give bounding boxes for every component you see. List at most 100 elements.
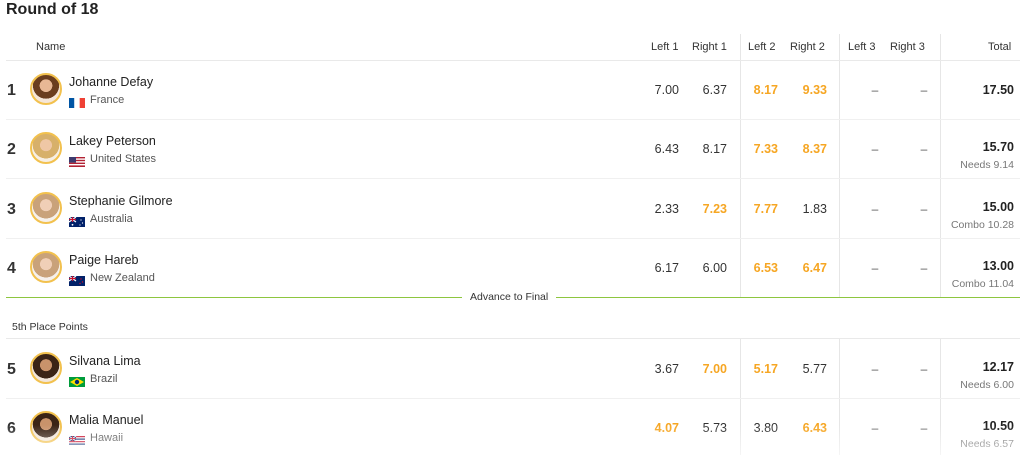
wave-score[interactable]: 6.00 <box>687 261 727 275</box>
row-divider <box>6 238 1020 239</box>
wave-score[interactable]: 6.43 <box>787 421 827 435</box>
score-requirement: Needs 6.57 <box>960 438 1014 450</box>
flag-hawaii-icon <box>68 433 85 446</box>
column-divider <box>940 34 941 298</box>
surfer-country: Brazil <box>90 373 118 385</box>
surfer-country: France <box>90 94 125 106</box>
wave-score-empty: – <box>920 362 928 376</box>
wave-score-empty: – <box>871 83 879 97</box>
wave-score[interactable]: 6.43 <box>639 142 679 156</box>
header-divider <box>6 60 1020 61</box>
rank: 5 <box>7 361 16 378</box>
wave-score-empty: – <box>920 83 928 97</box>
score-requirement: Needs 9.14 <box>960 159 1014 171</box>
heat-total: 15.70 <box>982 140 1014 154</box>
surfer-name[interactable]: Malia Manuel <box>69 413 143 427</box>
flag-usa-icon <box>69 154 85 167</box>
score-requirement: Combo 11.04 <box>951 278 1014 290</box>
row-divider <box>6 119 1020 120</box>
score-requirement: Combo 10.28 <box>950 219 1014 231</box>
column-divider <box>839 34 840 298</box>
rank: 2 <box>7 141 16 158</box>
surfer-name[interactable]: Silvana Lima <box>69 354 141 368</box>
wave-score-empty: – <box>871 261 879 275</box>
wave-score[interactable]: 7.00 <box>687 362 727 376</box>
surfer-name[interactable]: Lakey Peterson <box>69 134 156 148</box>
wave-score[interactable]: 8.37 <box>787 142 827 156</box>
surfer-country: Australia <box>90 213 133 225</box>
surfer-country: United States <box>90 153 157 165</box>
flag-france-icon <box>69 95 85 108</box>
flag-australia-icon <box>68 214 85 227</box>
wave-score-empty: – <box>920 142 928 156</box>
flag-brazil-icon <box>69 374 85 387</box>
wave-score[interactable]: 6.37 <box>687 83 727 97</box>
row-divider <box>6 398 1020 399</box>
header-left-1: Left 1 <box>651 41 679 53</box>
wave-score[interactable]: 5.17 <box>738 362 778 376</box>
avatar[interactable] <box>30 251 62 283</box>
header-name: Name <box>36 41 66 53</box>
wave-score[interactable]: 8.17 <box>687 142 727 156</box>
wave-score-empty: – <box>920 421 928 435</box>
wave-score[interactable]: 7.23 <box>687 202 727 216</box>
surfer-name[interactable]: Paige Hareb <box>69 253 139 267</box>
flag-new-zealand-icon <box>68 273 85 286</box>
wave-score[interactable]: 7.00 <box>639 83 679 97</box>
wave-score-empty: – <box>920 202 928 216</box>
header-right-2: Right 2 <box>790 41 825 53</box>
surfer-name[interactable]: Stephanie Gilmore <box>69 194 173 208</box>
wave-score[interactable]: 6.53 <box>738 261 778 275</box>
rank: 1 <box>7 82 16 99</box>
wave-score[interactable]: 6.47 <box>787 261 827 275</box>
wave-score[interactable]: 3.80 <box>738 421 778 435</box>
wave-score[interactable]: 5.73 <box>687 421 727 435</box>
score-requirement: Needs 6.00 <box>960 379 1014 391</box>
avatar[interactable] <box>30 192 62 224</box>
row-divider <box>6 178 1020 179</box>
column-divider <box>740 338 741 455</box>
heat-total: 10.50 <box>982 419 1014 433</box>
rank: 6 <box>7 420 16 437</box>
column-divider <box>839 338 840 455</box>
wave-score[interactable]: 8.17 <box>738 83 778 97</box>
surfer-country: Hawaii <box>90 432 124 444</box>
header-right-3: Right 3 <box>890 41 925 53</box>
wave-score[interactable]: 7.33 <box>738 142 778 156</box>
advance-label: Advance to Final <box>462 291 557 303</box>
surfer-country: New Zealand <box>90 272 155 284</box>
wave-score[interactable]: 6.17 <box>639 261 679 275</box>
avatar[interactable] <box>30 132 62 164</box>
heat-total: 15.00 <box>982 200 1014 214</box>
heat-total: 17.50 <box>982 83 1014 97</box>
wave-score[interactable]: 2.33 <box>639 202 679 216</box>
wave-score[interactable]: 5.77 <box>787 362 827 376</box>
surfer-name[interactable]: Johanne Defay <box>69 75 153 89</box>
rank: 3 <box>7 201 16 218</box>
header-total: Total <box>988 41 1012 53</box>
column-divider <box>940 338 941 455</box>
heat-total: 13.00 <box>982 259 1014 273</box>
wave-score[interactable]: 3.67 <box>639 362 679 376</box>
wave-score-empty: – <box>871 421 879 435</box>
header-left-2: Left 2 <box>748 41 776 53</box>
wave-score[interactable]: 1.83 <box>787 202 827 216</box>
wave-score-empty: – <box>871 202 879 216</box>
avatar[interactable] <box>30 352 62 384</box>
avatar[interactable] <box>30 73 62 105</box>
wave-score[interactable]: 9.33 <box>787 83 827 97</box>
rank: 4 <box>7 260 16 277</box>
wave-score[interactable]: 4.07 <box>639 421 679 435</box>
avatar[interactable] <box>30 411 62 443</box>
heat-total: 12.17 <box>982 360 1014 374</box>
section-title: 5th Place Points <box>12 321 88 333</box>
section-divider <box>6 338 1020 339</box>
header-left-3: Left 3 <box>848 41 876 53</box>
column-divider <box>740 34 741 298</box>
header-right-1: Right 1 <box>692 41 727 53</box>
wave-score-empty: – <box>920 261 928 275</box>
wave-score-empty: – <box>871 142 879 156</box>
wave-score-empty: – <box>871 362 879 376</box>
wave-score[interactable]: 7.77 <box>738 202 778 216</box>
page-title: Round of 18 <box>6 1 99 18</box>
